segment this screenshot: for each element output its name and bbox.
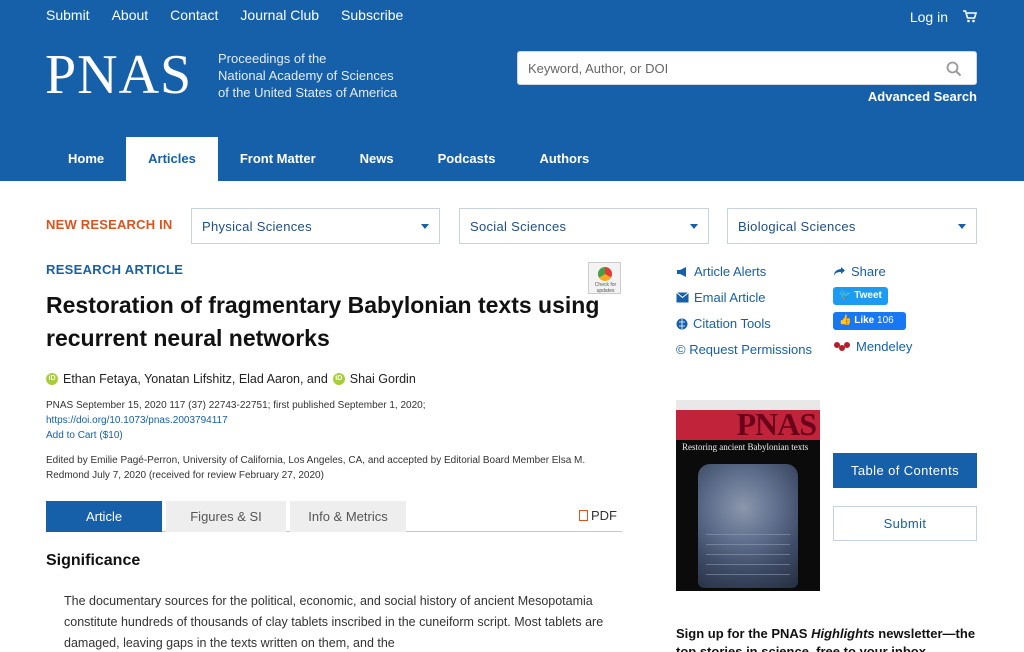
article-title: Restoration of fragmentary Babylonian te… [46, 292, 600, 351]
new-research-label: NEW RESEARCH IN [46, 217, 173, 232]
pdf-icon [579, 510, 588, 521]
chevron-down-icon [958, 224, 966, 229]
nav-front-matter[interactable]: Front Matter [218, 137, 338, 181]
mendeley-icon [834, 342, 850, 351]
biological-sciences-select[interactable]: Biological Sciences [727, 208, 977, 244]
login-link[interactable]: Log in [910, 9, 948, 25]
request-permissions-link[interactable]: © Request Permissions [676, 342, 812, 357]
tool-label: Citation Tools [693, 316, 771, 331]
share-link[interactable]: Share [833, 264, 886, 279]
authors-group[interactable]: Ethan Fetaya, Yonatan Lifshitz, Elad Aar… [63, 372, 328, 386]
search-box [517, 51, 977, 85]
advanced-search-link[interactable]: Advanced Search [868, 89, 977, 104]
tweet-button[interactable]: 🐦 Tweet [833, 287, 888, 305]
thumbs-up-icon: 👍 [839, 315, 852, 326]
globe-icon [676, 318, 688, 329]
share-label: Share [851, 264, 886, 279]
nav-home[interactable]: Home [46, 137, 126, 181]
share-arrow-icon [834, 267, 845, 276]
chevron-down-icon [421, 224, 429, 229]
megaphone-icon [677, 266, 686, 277]
tweet-label: Tweet [854, 290, 882, 301]
facebook-like-button[interactable]: 👍 Like 106 [833, 312, 906, 330]
cart-icon[interactable] [963, 10, 977, 23]
add-to-cart-link[interactable]: Add to Cart ($10) [46, 428, 621, 443]
orcid-icon[interactable]: iD [46, 373, 58, 385]
social-sciences-select[interactable]: Social Sciences [459, 208, 709, 244]
signup-text: Sign up for the PNAS [676, 626, 808, 641]
citation-tools-link[interactable]: Citation Tools [676, 316, 771, 331]
top-link-journal-club[interactable]: Journal Club [240, 7, 319, 23]
tab-article[interactable]: Article [46, 501, 162, 532]
author-last[interactable]: Shai Gordin [350, 372, 416, 386]
nav-authors[interactable]: Authors [517, 137, 611, 181]
article-type: RESEARCH ARTICLE [46, 262, 184, 277]
twitter-bird-icon: 🐦 [839, 290, 852, 301]
submit-button[interactable]: Submit [833, 506, 977, 541]
citation-line: PNAS September 15, 2020 117 (37) 22743-2… [46, 400, 426, 411]
edited-by: Edited by Emilie Pagé-Perron, University… [46, 455, 586, 481]
pdf-link[interactable]: PDF [579, 508, 617, 523]
nav-podcasts[interactable]: Podcasts [416, 137, 518, 181]
nav-articles[interactable]: Articles [126, 137, 218, 181]
select-value: Biological Sciences [738, 219, 856, 234]
like-label: Like [854, 315, 875, 326]
journal-cover-image[interactable]: PNAS Restoring ancient Babylonian texts [676, 400, 820, 591]
site-tagline: Proceedings of the National Academy of S… [218, 50, 418, 101]
main-nav: Home Articles Front Matter News Podcasts… [46, 137, 611, 181]
like-count: 106 [877, 315, 894, 326]
orcid-icon[interactable]: iD [332, 373, 345, 385]
top-links: Submit About Contact Journal Club Subscr… [46, 7, 425, 23]
pdf-label: PDF [591, 508, 617, 523]
chevron-down-icon [690, 224, 698, 229]
table-of-contents-button[interactable]: Table of Contents [833, 453, 977, 488]
select-value: Physical Sciences [202, 219, 312, 234]
top-link-submit[interactable]: Submit [46, 7, 90, 23]
tagline-line: National Academy of Sciences [218, 68, 394, 83]
tagline-line: of the United States of America [218, 85, 398, 100]
article-alerts-link[interactable]: Article Alerts [676, 264, 766, 279]
mendeley-label: Mendeley [856, 339, 913, 354]
article-tabs: Article Figures & SI Info & Metrics [46, 501, 622, 532]
tagline-line: Proceedings of the [218, 51, 327, 66]
top-link-about[interactable]: About [112, 7, 149, 23]
tab-info-metrics[interactable]: Info & Metrics [290, 501, 406, 532]
mendeley-link[interactable]: Mendeley [833, 339, 912, 354]
newsletter-signup-heading: Sign up for the PNAS Highlights newslett… [676, 625, 996, 652]
crossmark-icon [598, 267, 612, 281]
select-value: Social Sciences [470, 219, 567, 234]
clay-tablet-image [698, 464, 798, 588]
email-article-link[interactable]: Email Article [676, 290, 766, 305]
significance-text: The documentary sources for the politica… [64, 594, 604, 650]
search-icon[interactable] [946, 61, 962, 77]
tool-label: Email Article [694, 290, 766, 305]
doi-link[interactable]: https://doi.org/10.1073/pnas.2003794117 [46, 413, 621, 428]
top-link-subscribe[interactable]: Subscribe [341, 7, 403, 23]
tool-label: © Request Permissions [676, 342, 813, 357]
pnas-logo[interactable]: PNAS [45, 46, 192, 104]
tool-label: Article Alerts [694, 264, 767, 279]
cover-title: Restoring ancient Babylonian texts [682, 442, 809, 452]
envelope-icon [676, 292, 689, 303]
section-heading: Significance [46, 552, 141, 569]
search-input[interactable] [518, 52, 918, 84]
signup-emphasis: Highlights [811, 626, 875, 641]
tab-figures-si[interactable]: Figures & SI [166, 501, 286, 532]
cover-logo: PNAS [736, 406, 817, 442]
citation-info: PNAS September 15, 2020 117 (37) 22743-2… [46, 398, 621, 443]
top-link-contact[interactable]: Contact [170, 7, 218, 23]
site-header: Submit About Contact Journal Club Subscr… [0, 0, 1024, 181]
physical-sciences-select[interactable]: Physical Sciences [191, 208, 440, 244]
author-list: iD Ethan Fetaya, Yonatan Lifshitz, Elad … [46, 372, 416, 386]
nav-news[interactable]: News [338, 137, 416, 181]
